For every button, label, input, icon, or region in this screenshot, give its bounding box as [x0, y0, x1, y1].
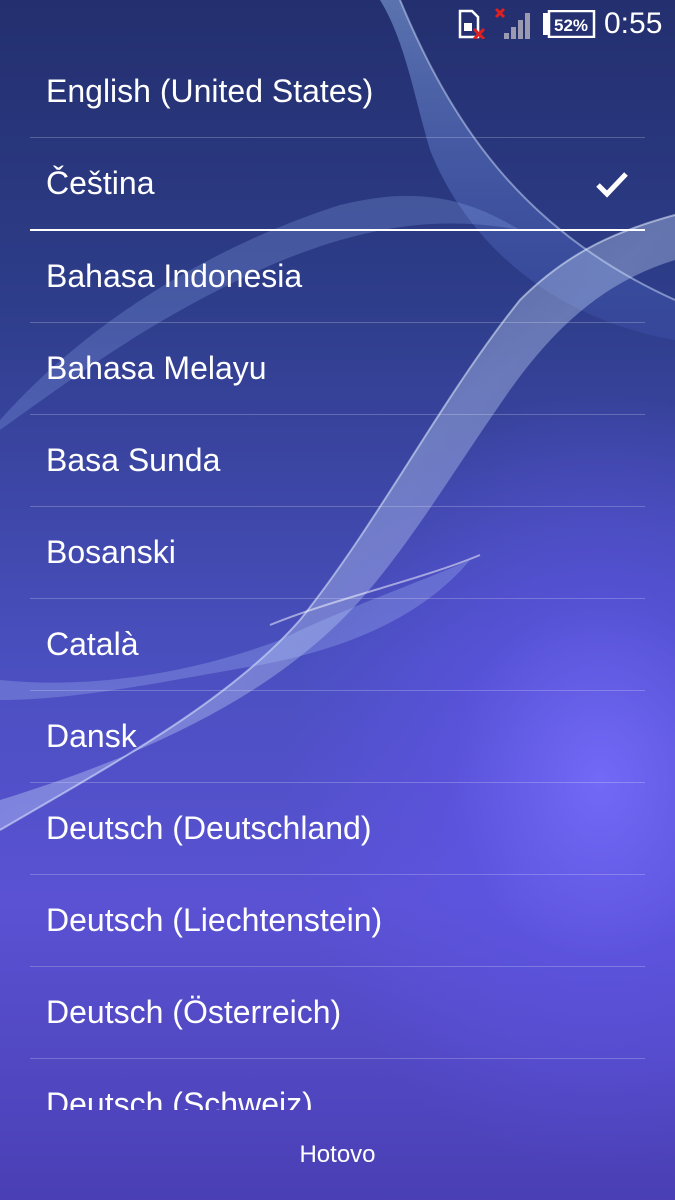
- language-label: Bahasa Melayu: [46, 350, 267, 386]
- language-list[interactable]: English (United States) Čeština Bahasa Ind…: [30, 46, 645, 1110]
- language-item[interactable]: Català: [30, 599, 645, 691]
- clock: 0:55: [604, 7, 663, 40]
- status-bar: 52% 0:55: [0, 0, 675, 48]
- language-label: Bosanski: [46, 534, 176, 570]
- language-item[interactable]: Deutsch (Deutschland): [30, 783, 645, 875]
- language-selection-screen: 52% 0:55 English (United States) Čeština B…: [0, 0, 675, 1200]
- language-item[interactable]: Deutsch (Liechtenstein): [30, 875, 645, 967]
- battery-percent: 52%: [554, 16, 588, 35]
- language-label: Deutsch (Österreich): [46, 994, 342, 1030]
- bottom-bar: Hotovo: [0, 1110, 675, 1200]
- language-label: Basa Sunda: [46, 442, 221, 478]
- done-button[interactable]: Hotovo: [259, 1129, 415, 1181]
- language-item[interactable]: Bahasa Indonesia: [30, 231, 645, 323]
- battery-icon: 52%: [542, 0, 596, 48]
- signal-no-service-icon: [494, 0, 534, 48]
- language-item[interactable]: Dansk: [30, 691, 645, 783]
- language-label: Dansk: [46, 718, 137, 754]
- language-item[interactable]: Deutsch (Österreich): [30, 967, 645, 1059]
- language-item[interactable]: Basa Sunda: [30, 415, 645, 507]
- language-label: English (United States): [46, 73, 374, 109]
- language-label: Deutsch (Liechtenstein): [46, 902, 383, 938]
- language-label: Deutsch (Schweiz): [46, 1086, 313, 1110]
- language-label: Bahasa Indonesia: [46, 258, 303, 294]
- checkmark-icon: [596, 171, 628, 198]
- language-label: Català: [46, 626, 139, 662]
- language-item[interactable]: Bahasa Melayu: [30, 323, 645, 415]
- language-item[interactable]: Bosanski: [30, 507, 645, 599]
- sim-card-missing-icon: [456, 0, 488, 48]
- language-item[interactable]: Čeština: [30, 138, 645, 231]
- language-label: Čeština: [46, 165, 155, 201]
- language-item[interactable]: Deutsch (Schweiz): [30, 1059, 645, 1110]
- language-item[interactable]: English (United States): [30, 46, 645, 138]
- language-label: Deutsch (Deutschland): [46, 810, 372, 846]
